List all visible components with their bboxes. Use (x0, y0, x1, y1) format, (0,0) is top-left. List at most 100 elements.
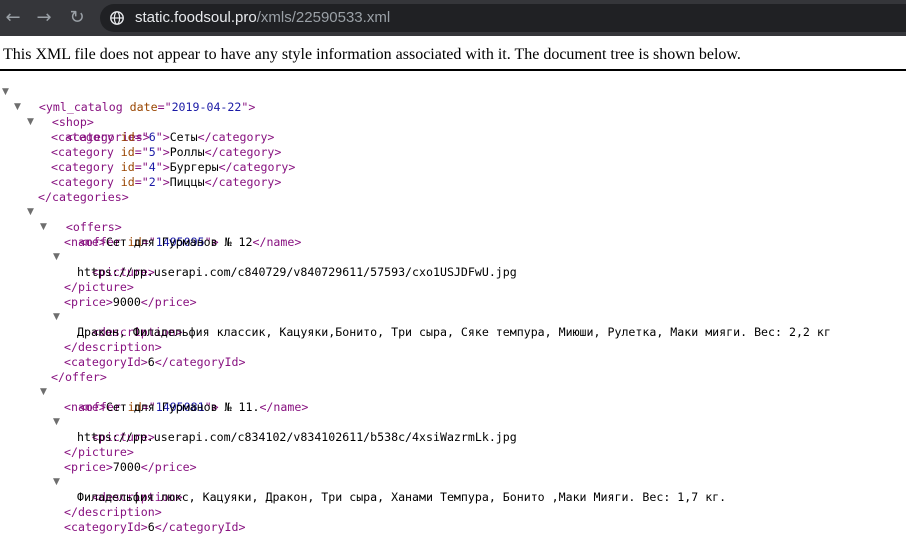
xml-line-category: <category id="4">Бургеры</category> (0, 160, 906, 175)
reload-icon[interactable]: ↻ (67, 8, 87, 28)
attr-eq: =" (134, 175, 149, 189)
category-name: Бургеры (169, 160, 219, 174)
xml-line-price: <price>7000</price> (0, 460, 906, 475)
tag-price-close: </price> (140, 460, 197, 474)
collapse-triangle-icon[interactable]: ▼ (27, 205, 34, 220)
tag-category-open: <category (51, 145, 114, 159)
collapse-triangle-icon[interactable]: ▼ (2, 85, 9, 100)
offer-category-id: 6 (147, 520, 155, 534)
back-arrow-icon[interactable]: ← (3, 8, 23, 28)
xml-line-offer-close: </offer> (0, 370, 906, 385)
tag-picture-close: </picture> (64, 445, 134, 459)
tag-category-open: <category (51, 130, 114, 144)
tag-price-open: <price> (64, 460, 113, 474)
tag-picture-close: </picture> (64, 280, 134, 294)
attr-id-value: 5 (148, 145, 156, 159)
collapse-triangle-icon[interactable]: ▼ (14, 100, 21, 115)
tag-category-close: </category> (204, 175, 282, 189)
tag-price-open: <price> (64, 295, 113, 309)
url-path: /xmls/22590533.xml (256, 9, 391, 26)
xml-line-price: <price>9000</price> (0, 295, 906, 310)
tag-category-open: <category (51, 175, 114, 189)
collapse-triangle-icon[interactable]: ▼ (53, 310, 60, 325)
offer-name: Сет для Гурманов № 12 (105, 235, 253, 249)
xml-line-description: ▼ <description> (0, 310, 906, 339)
address-bar[interactable]: static.foodsoul.pro/xmls/22590533.xml (100, 4, 906, 32)
attr-id-value: 4 (148, 160, 156, 174)
collapse-triangle-icon[interactable]: ▼ (53, 475, 60, 490)
offer-description: Дракон, Филадельфия классик, Кацуяки,Бон… (77, 325, 831, 339)
xml-line-picture-close: </picture> (0, 445, 906, 460)
xml-line-description-close: </description> (0, 505, 906, 520)
notice-divider (0, 69, 906, 71)
xml-line-picture-url: https://pp.userapi.com/c840729/v84072961… (0, 265, 906, 280)
collapse-triangle-icon[interactable]: ▼ (40, 220, 47, 235)
xml-line-yml-catalog: ▼ <yml_catalog date="2019-04-22"> (0, 85, 906, 114)
xml-line-categoryid: <categoryId>6</categoryId> (0, 355, 906, 370)
xml-line-category: <category id="5">Роллы</category> (0, 145, 906, 160)
tag-category-close: </category> (197, 130, 275, 144)
tag-categoryid-open: <categoryId> (64, 355, 148, 369)
attr-id-name: id (113, 175, 135, 189)
url-host: static.foodsoul.pro (135, 9, 257, 26)
offer-name: Сет для Гурманов № 11. (105, 400, 260, 414)
offer-price: 7000 (112, 460, 141, 474)
tag-description-close: </description> (64, 340, 162, 354)
forward-arrow-icon[interactable]: → (34, 8, 54, 28)
xml-tree: ▼ <yml_catalog date="2019-04-22"> ▼ <shop>… (0, 85, 906, 535)
offer-description: Филадельфия люкс, Кацуяки, Дракон, Три с… (77, 490, 727, 504)
offer-price: 9000 (112, 295, 141, 309)
xml-line-name: <name>Сет для Гурманов № 12</name> (0, 235, 906, 250)
tag-name-open: <name> (64, 400, 106, 414)
xml-line-name: <name>Сет для Гурманов № 11.</name> (0, 400, 906, 415)
xml-line-description-text: Дракон, Филадельфия классик, Кацуяки,Бон… (0, 325, 906, 340)
xml-line-offer: ▼ <offer id="1495095"> (0, 220, 906, 249)
browser-toolbar: ← → ↻ static.foodsoul.pro/xmls/22590533.… (0, 0, 906, 36)
tag-categoryid-open: <categoryId> (64, 520, 148, 534)
offer-category-id: 6 (147, 355, 155, 369)
xml-line-categoryid: <categoryId>6</categoryId> (0, 520, 906, 535)
collapse-triangle-icon[interactable]: ▼ (53, 250, 60, 265)
xml-line-category: <category id="6">Сеты</category> (0, 130, 906, 145)
xml-line-description: ▼ <description> (0, 475, 906, 504)
category-name: Сеты (169, 130, 198, 144)
attr-eq: =" (134, 160, 149, 174)
tag-end: "> (155, 130, 170, 144)
xml-style-notice: This XML file does not appear to have an… (3, 46, 741, 63)
attr-id-value: 6 (148, 130, 156, 144)
xml-line-picture-close: </picture> (0, 280, 906, 295)
xml-line-description-close: </description> (0, 340, 906, 355)
site-info-icon[interactable] (110, 11, 124, 25)
xml-line-picture-url: https://pp.userapi.com/c834102/v83410261… (0, 430, 906, 445)
tag-name-close: </name> (252, 235, 302, 249)
tag-price-close: </price> (140, 295, 197, 309)
attr-id-name: id (113, 130, 135, 144)
collapse-triangle-icon[interactable]: ▼ (53, 415, 60, 430)
xml-line-categories: ▼ <categories> (0, 115, 906, 144)
collapse-triangle-icon[interactable]: ▼ (40, 385, 47, 400)
collapse-triangle-icon[interactable]: ▼ (27, 115, 34, 130)
tag-offer-close: </offer> (51, 370, 107, 384)
attr-id-name: id (113, 160, 135, 174)
tag-end: "> (155, 175, 170, 189)
tag-name-close: </name> (259, 400, 309, 414)
offer-picture-url: https://pp.userapi.com/c834102/v83410261… (77, 430, 517, 444)
xml-line-category: <category id="2">Пиццы</category> (0, 175, 906, 190)
xml-line-shop: ▼ <shop> (0, 100, 906, 129)
xml-line-offer: ▼ <offer id="1495081"> (0, 385, 906, 414)
offer-picture-url: https://pp.userapi.com/c840729/v84072961… (77, 265, 517, 279)
xml-line-offers: ▼ <offers> (0, 205, 906, 234)
xml-line-picture: ▼ <picture> (0, 250, 906, 279)
category-name: Роллы (169, 145, 205, 159)
tag-category-close: </category> (204, 145, 282, 159)
tag-description-close: </description> (64, 505, 162, 519)
category-name: Пиццы (169, 175, 205, 189)
attr-id-value: 2 (148, 175, 156, 189)
tag-categoryid-close: </categoryId> (154, 520, 246, 534)
xml-line-description-text: Филадельфия люкс, Кацуяки, Дракон, Три с… (0, 490, 906, 505)
attr-eq: =" (134, 145, 149, 159)
url-text[interactable]: static.foodsoul.pro/xmls/22590533.xml (135, 4, 390, 32)
tag-categoryid-close: </categoryId> (154, 355, 246, 369)
tag-end: "> (155, 160, 170, 174)
xml-line-categories-close: </categories> (0, 190, 906, 205)
